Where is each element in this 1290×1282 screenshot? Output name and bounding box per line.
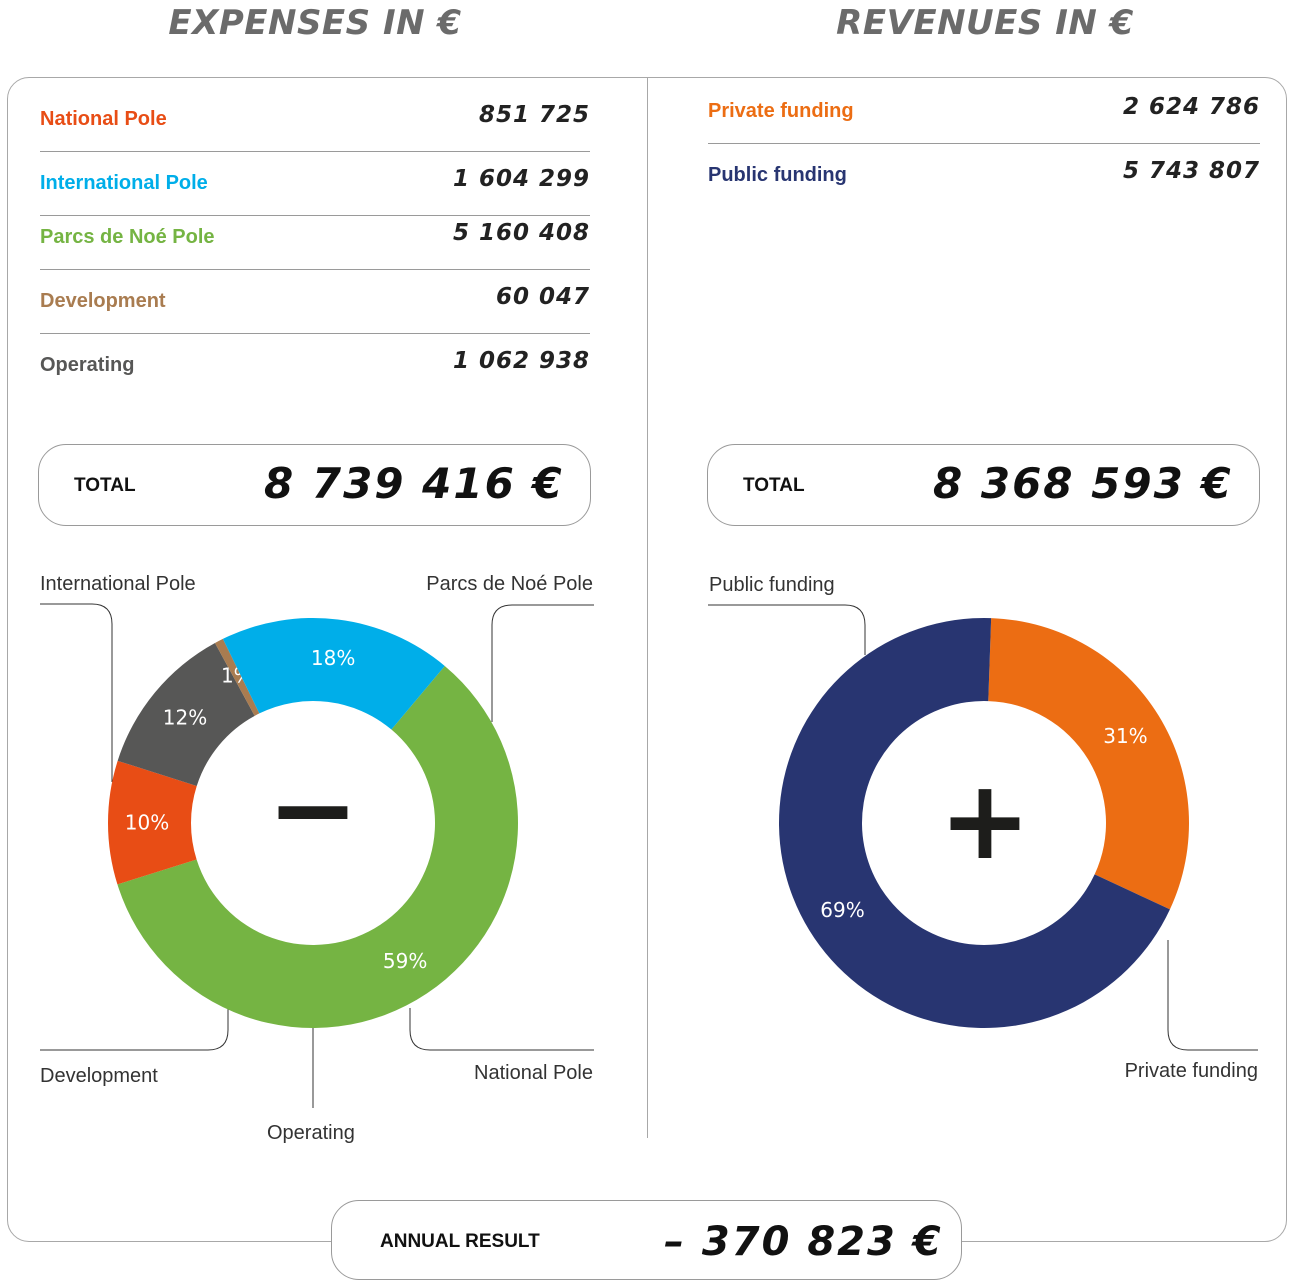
leader-development [40,1008,229,1051]
annual-result-label: ANNUAL RESULT [380,1231,540,1252]
donut-pct-label: 31% [1103,724,1147,748]
annual-result-box: ANNUAL RESULT – 370 823 € [331,1200,962,1280]
leader-parcs [491,604,594,722]
donut-pct-label: 59% [383,949,427,973]
leader-public [708,604,866,655]
leader-international [40,603,113,782]
donut-pct-label: 18% [311,646,355,670]
plus-icon: + [939,756,1031,884]
donut-pct-label: 10% [125,811,169,835]
annual-result-value: – 370 823 € [664,1219,943,1265]
leader-private [1167,940,1258,1051]
donut-pct-label: 12% [163,705,207,729]
leader-national [409,1008,594,1051]
minus-icon: − [267,745,359,873]
donut-charts: 59%10%12%1%18% 31%69% − + [40,603,1258,1108]
donut-pct-label: 69% [820,898,864,922]
